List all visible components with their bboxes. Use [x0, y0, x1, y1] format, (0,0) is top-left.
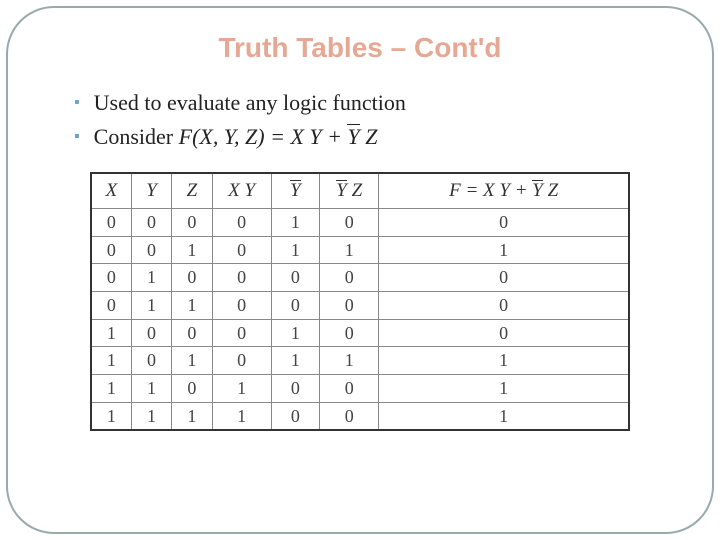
- col-header-y: Y: [131, 173, 171, 208]
- table-row: 1010111: [91, 347, 629, 375]
- cell-y: 1: [131, 264, 171, 292]
- slide-content: Truth Tables – Cont'd Used to evaluate a…: [8, 8, 712, 451]
- cell-xy: 1: [212, 402, 271, 430]
- table-container: X Y Z X Y Y Y Z F = X Y + Y Z 0000100001…: [90, 172, 630, 431]
- cell-f: 1: [379, 402, 629, 430]
- bullet-list: Used to evaluate any logic function Cons…: [74, 90, 652, 150]
- header-f-tail: Z: [543, 180, 558, 201]
- bullet-text: Consider F(X, Y, Z) = X Y + Y Z: [94, 124, 378, 150]
- table-header-row: X Y Z X Y Y Y Z F = X Y + Y Z: [91, 173, 629, 208]
- cell-z: 0: [172, 208, 212, 236]
- cell-xy: 0: [212, 236, 271, 264]
- cell-yb: 1: [271, 236, 319, 264]
- y-bar: Y: [532, 180, 543, 202]
- cell-yb: 0: [271, 402, 319, 430]
- truth-table: X Y Z X Y Y Y Z F = X Y + Y Z 0000100001…: [90, 172, 630, 431]
- cell-f: 1: [379, 347, 629, 375]
- slide-title: Truth Tables – Cont'd: [68, 32, 652, 64]
- cell-y: 1: [131, 374, 171, 402]
- cell-ybz: 0: [320, 319, 379, 347]
- col-header-x: X: [91, 173, 131, 208]
- cell-f: 0: [379, 208, 629, 236]
- cell-f: 1: [379, 236, 629, 264]
- formula: F(X, Y, Z) = X Y + Y Z: [179, 124, 378, 149]
- bullet-item: Consider F(X, Y, Z) = X Y + Y Z: [74, 124, 652, 150]
- cell-f: 1: [379, 374, 629, 402]
- cell-y: 0: [131, 208, 171, 236]
- cell-x: 1: [91, 319, 131, 347]
- col-header-ybarz: Y Z: [320, 173, 379, 208]
- cell-xy: 0: [212, 264, 271, 292]
- cell-y: 1: [131, 291, 171, 319]
- cell-z: 0: [172, 319, 212, 347]
- cell-f: 0: [379, 291, 629, 319]
- cell-yb: 0: [271, 374, 319, 402]
- y-bar: Y: [290, 180, 301, 202]
- col-header-f: F = X Y + Y Z: [379, 173, 629, 208]
- cell-z: 1: [172, 291, 212, 319]
- col-header-z: Z: [172, 173, 212, 208]
- cell-x: 0: [91, 208, 131, 236]
- cell-ybz: 0: [320, 208, 379, 236]
- cell-ybz: 0: [320, 264, 379, 292]
- cell-ybz: 1: [320, 236, 379, 264]
- formula-tail: Z: [360, 124, 378, 149]
- bullet-item: Used to evaluate any logic function: [74, 90, 652, 116]
- cell-y: 0: [131, 236, 171, 264]
- table-row: 0110000: [91, 291, 629, 319]
- table-row: 1101001: [91, 374, 629, 402]
- cell-yb: 0: [271, 264, 319, 292]
- table-row: 1111001: [91, 402, 629, 430]
- cell-x: 1: [91, 347, 131, 375]
- bullet-prefix: Consider: [94, 124, 179, 149]
- table-row: 1000100: [91, 319, 629, 347]
- cell-x: 0: [91, 264, 131, 292]
- header-f-prefix: F = X Y +: [449, 180, 532, 201]
- cell-y: 1: [131, 402, 171, 430]
- cell-xy: 0: [212, 291, 271, 319]
- formula-part: F(X, Y, Z) = X Y +: [179, 124, 348, 149]
- cell-f: 0: [379, 264, 629, 292]
- cell-xy: 0: [212, 347, 271, 375]
- cell-xy: 1: [212, 374, 271, 402]
- cell-z: 0: [172, 264, 212, 292]
- table-row: 0010111: [91, 236, 629, 264]
- table-row: 0100000: [91, 264, 629, 292]
- cell-yb: 1: [271, 347, 319, 375]
- cell-y: 0: [131, 319, 171, 347]
- cell-ybz: 1: [320, 347, 379, 375]
- cell-x: 1: [91, 402, 131, 430]
- header-z-part: Z: [347, 180, 362, 201]
- col-header-xy: X Y: [212, 173, 271, 208]
- y-bar: Y: [336, 180, 347, 202]
- cell-f: 0: [379, 319, 629, 347]
- cell-x: 0: [91, 291, 131, 319]
- cell-xy: 0: [212, 319, 271, 347]
- cell-xy: 0: [212, 208, 271, 236]
- cell-ybz: 0: [320, 291, 379, 319]
- cell-x: 1: [91, 374, 131, 402]
- cell-yb: 0: [271, 291, 319, 319]
- cell-z: 1: [172, 236, 212, 264]
- y-bar: Y: [347, 124, 359, 150]
- table-body: 0000100001011101000000110000100010010101…: [91, 208, 629, 430]
- cell-x: 0: [91, 236, 131, 264]
- cell-ybz: 0: [320, 374, 379, 402]
- cell-z: 0: [172, 374, 212, 402]
- slide-frame: Truth Tables – Cont'd Used to evaluate a…: [6, 6, 714, 534]
- table-row: 0000100: [91, 208, 629, 236]
- cell-yb: 1: [271, 208, 319, 236]
- cell-yb: 1: [271, 319, 319, 347]
- col-header-ybar: Y: [271, 173, 319, 208]
- cell-z: 1: [172, 347, 212, 375]
- cell-ybz: 0: [320, 402, 379, 430]
- cell-z: 1: [172, 402, 212, 430]
- bullet-text: Used to evaluate any logic function: [94, 90, 406, 116]
- cell-y: 0: [131, 347, 171, 375]
